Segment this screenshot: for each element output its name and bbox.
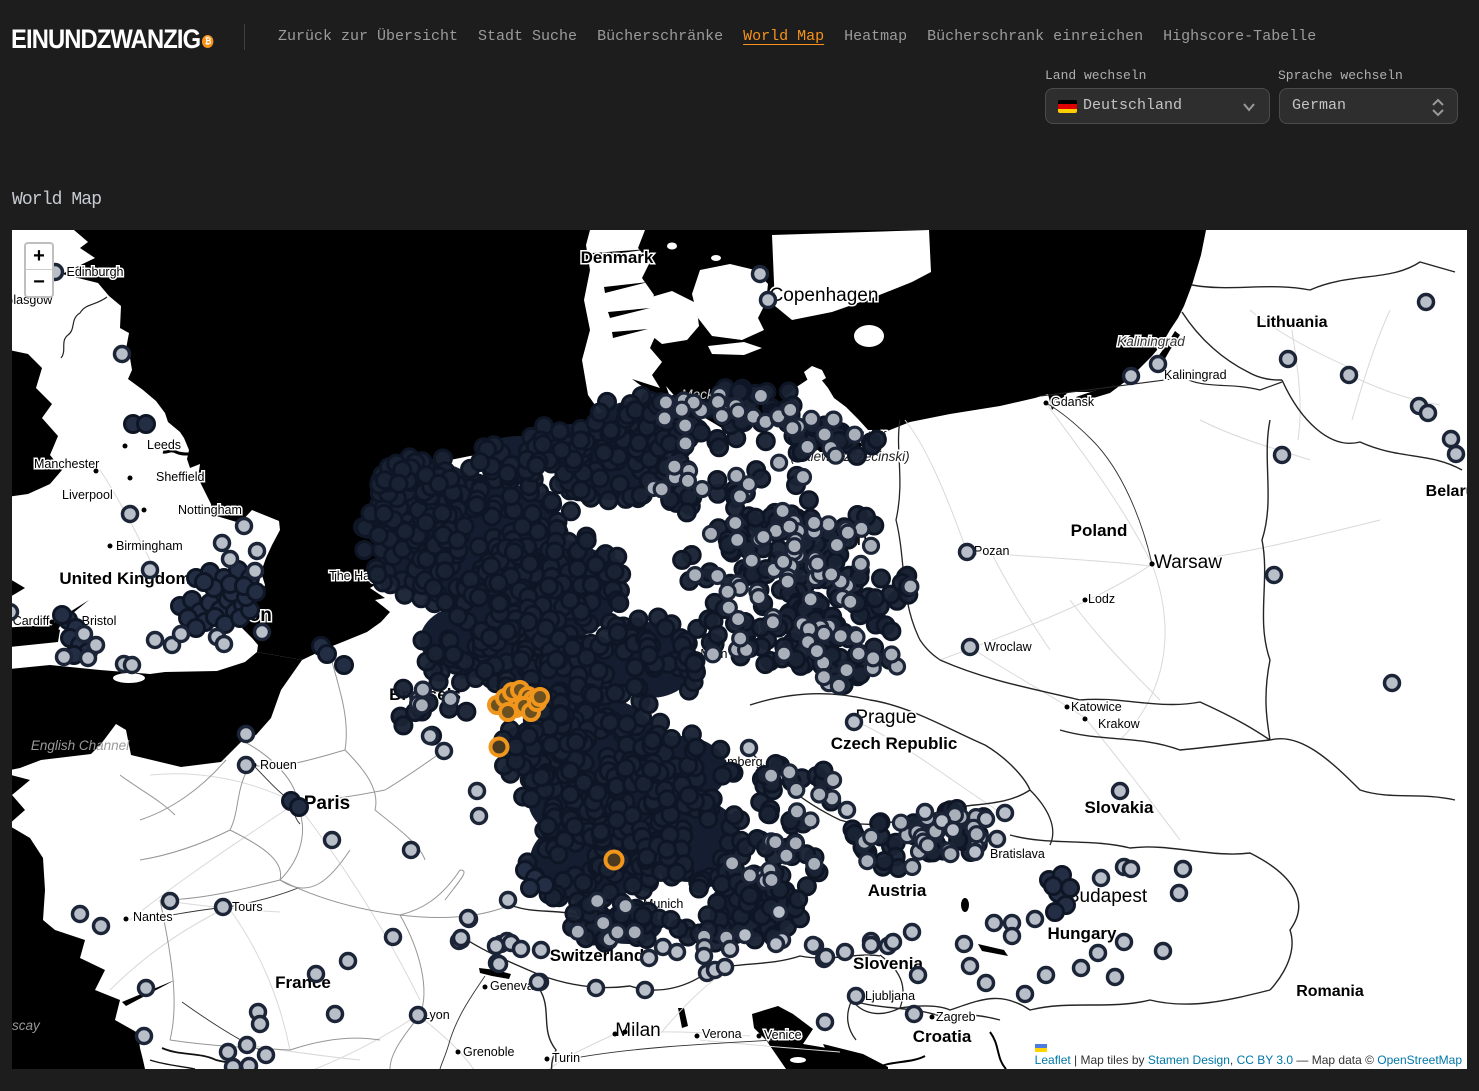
svg-text:Croatia: Croatia (913, 1027, 972, 1046)
svg-text:English Channel: English Channel (31, 738, 130, 753)
svg-text:United Kingdom: United Kingdom (59, 569, 190, 588)
svg-text:Denmark: Denmark (581, 248, 654, 267)
svg-text:Liverpool: Liverpool (62, 488, 113, 502)
svg-text:Krakow: Krakow (1098, 717, 1141, 731)
svg-text:Wroclaw: Wroclaw (984, 640, 1033, 654)
svg-text:Paris: Paris (304, 793, 350, 814)
svg-text:Romania: Romania (1296, 983, 1364, 1000)
svg-text:Belarus: Belarus (1426, 483, 1467, 500)
svg-text:Leeds: Leeds (147, 438, 181, 452)
svg-text:Katowice: Katowice (1071, 700, 1122, 714)
svg-text:Bratislava: Bratislava (990, 847, 1045, 861)
svg-text:Geneva: Geneva (490, 979, 534, 993)
svg-text:Nottingham: Nottingham (178, 503, 242, 517)
svg-text:scay: scay (12, 1018, 41, 1033)
svg-text:Prague: Prague (855, 707, 916, 728)
svg-text:Lithuania: Lithuania (1256, 314, 1327, 331)
svg-text:Edinburgh: Edinburgh (67, 265, 124, 279)
svg-text:Birmingham: Birmingham (116, 539, 183, 553)
svg-text:Czech Republic: Czech Republic (831, 734, 958, 753)
svg-text:Kaliningrad: Kaliningrad (1117, 334, 1185, 349)
svg-text:Kaliningrad: Kaliningrad (1164, 368, 1227, 382)
svg-text:Verona: Verona (702, 1027, 742, 1041)
svg-text:Switzerland: Switzerland (550, 946, 644, 965)
svg-text:Venice: Venice (764, 1028, 802, 1042)
svg-text:Pozan: Pozan (974, 544, 1009, 558)
svg-text:Zagreb: Zagreb (936, 1010, 976, 1024)
svg-text:Rouen: Rouen (260, 758, 297, 772)
svg-text:Poland: Poland (1071, 521, 1128, 540)
svg-text:Ljubljana: Ljubljana (865, 989, 915, 1003)
svg-text:Copenhagen: Copenhagen (770, 285, 879, 306)
svg-text:Hungary: Hungary (1048, 924, 1118, 943)
svg-text:Austria: Austria (868, 881, 927, 900)
svg-text:Nantes: Nantes (133, 910, 173, 924)
svg-text:Milan: Milan (615, 1020, 660, 1041)
svg-text:Manchester: Manchester (34, 457, 99, 471)
svg-text:Lodz: Lodz (1088, 592, 1115, 606)
svg-text:Warsaw: Warsaw (1154, 552, 1222, 573)
svg-text:Turin: Turin (552, 1051, 580, 1065)
svg-text:Sheffield: Sheffield (156, 470, 204, 484)
svg-text:Tours: Tours (232, 900, 263, 914)
svg-text:Grenoble: Grenoble (463, 1045, 514, 1059)
svg-text:Gdansk: Gdansk (1051, 395, 1095, 409)
svg-text:Slovakia: Slovakia (1085, 798, 1155, 817)
